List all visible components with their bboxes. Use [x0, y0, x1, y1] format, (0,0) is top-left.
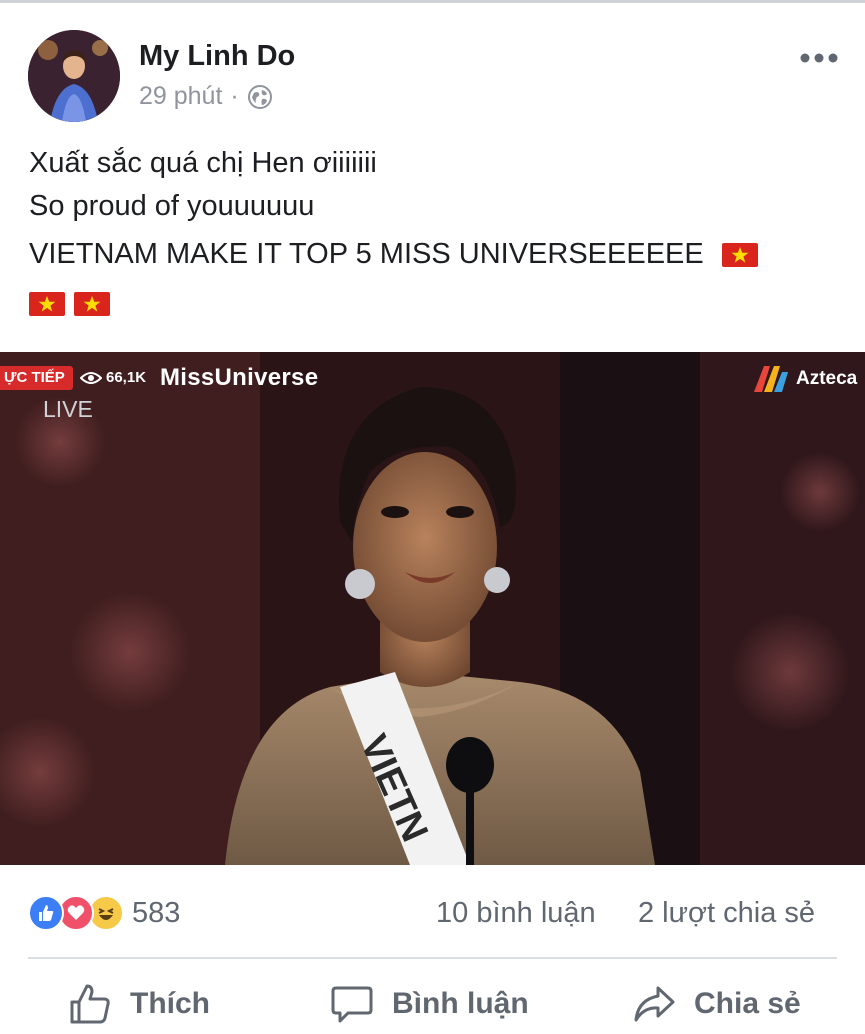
share-button-label: Chia sẻ	[694, 987, 801, 1020]
shares-count[interactable]: 2 lượt chia sẻ	[638, 897, 815, 930]
more-options-icon[interactable]	[799, 48, 839, 68]
live-label: LIVE	[43, 396, 93, 422]
post-meta: 29 phút ·	[139, 82, 273, 111]
share-button[interactable]: Chia sẻ	[632, 982, 801, 1026]
post-text-line-1: Xuất sắc quá chị Hen ơiiiiiii	[29, 147, 377, 179]
vietnam-flag-icon	[74, 292, 110, 316]
azteca-logo-icon	[754, 366, 788, 392]
flag-row	[29, 284, 849, 324]
post-text-line-2: So proud of youuuuuu	[29, 190, 315, 222]
view-count-value: 66,1K	[106, 369, 147, 386]
thumbs-up-icon	[70, 984, 110, 1024]
channel-name: MissUniverse	[160, 364, 319, 391]
like-button-label: Thích	[130, 987, 210, 1020]
like-reaction-icon	[28, 895, 64, 931]
eye-icon	[80, 372, 102, 384]
post-text-line-3: VIETNAM MAKE IT TOP 5 MISS UNIVERSEEEEEE	[29, 233, 849, 276]
post-stats: 583 10 bình luận 2 lượt chia sẻ	[0, 880, 865, 946]
comment-button-label: Bình luận	[392, 987, 529, 1020]
timestamp[interactable]: 29 phút	[139, 82, 222, 111]
post-actions: Thích Bình luận Chia sẻ	[0, 968, 865, 1034]
meta-separator: ·	[230, 82, 239, 110]
post-image[interactable]: VIETN ỰC TIẾP 66,1K MissUniverse LIVE Az…	[0, 352, 865, 865]
share-icon	[634, 986, 675, 1022]
live-badge: ỰC TIẾP	[0, 366, 73, 390]
vietnam-flag-icon	[29, 292, 65, 316]
view-count: 66,1K	[80, 366, 146, 390]
actions-divider	[28, 957, 837, 959]
top-divider	[0, 0, 865, 3]
globe-icon[interactable]	[247, 84, 273, 110]
post-text-line-3-label: VIETNAM MAKE IT TOP 5 MISS UNIVERSEEEEEE	[29, 238, 704, 270]
reaction-count: 583	[132, 896, 181, 929]
author-name[interactable]: My Linh Do	[139, 40, 295, 73]
network-name: Azteca	[796, 368, 858, 389]
comment-button[interactable]: Bình luận	[330, 982, 529, 1026]
post-text: Xuất sắc quá chị Hen ơiiiiiii So proud o…	[29, 142, 849, 324]
network-logo: Azteca	[752, 364, 857, 394]
post-header: My Linh Do 29 phút ·	[0, 28, 865, 124]
comment-icon	[331, 986, 373, 1023]
reactions-summary[interactable]: 583	[28, 895, 180, 931]
vietnam-flag-icon	[721, 243, 758, 268]
avatar[interactable]	[28, 30, 120, 122]
comments-count[interactable]: 10 bình luận	[436, 897, 596, 930]
like-button[interactable]: Thích	[68, 982, 210, 1026]
